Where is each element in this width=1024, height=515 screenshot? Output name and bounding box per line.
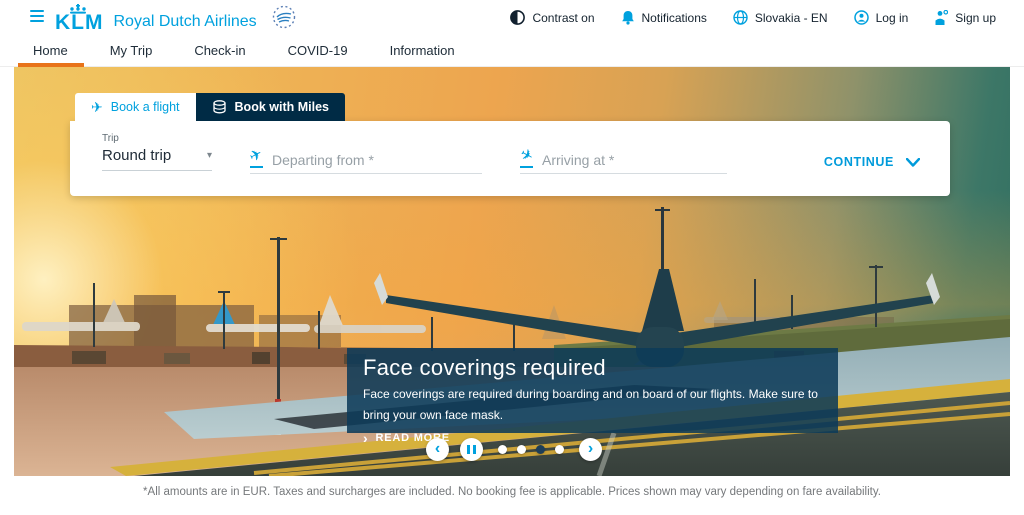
brand-name: Royal Dutch Airlines <box>114 11 257 33</box>
chevron-left-icon: ‹ <box>435 441 440 459</box>
tab-book-a-flight-label: Book a flight <box>111 100 180 114</box>
bell-icon <box>621 10 635 25</box>
carousel-pause-button[interactable] <box>460 438 483 461</box>
hamburger-menu-icon[interactable] <box>30 10 44 22</box>
slide-message-banner: Face coverings required Face coverings a… <box>347 348 838 433</box>
globe-icon <box>733 10 748 25</box>
locale-selector[interactable]: Slovakia - EN <box>733 10 828 25</box>
departure-plane-icon: ✈ <box>250 147 263 168</box>
pause-icon <box>467 445 476 454</box>
main-nav: Home My Trip Check-in COVID-19 Informati… <box>0 35 1024 67</box>
carousel-dot-4[interactable] <box>555 445 564 454</box>
trip-type-select[interactable]: Round trip ▾ <box>102 147 212 171</box>
contrast-toggle[interactable]: Contrast on <box>510 10 594 25</box>
nav-item-home[interactable]: Home <box>33 35 68 66</box>
chevron-right-icon: › <box>363 433 368 443</box>
klm-crown-icon <box>69 4 87 14</box>
nav-item-covid-19[interactable]: COVID-19 <box>288 35 348 66</box>
contrast-icon <box>510 10 525 25</box>
top-header: KLM Royal Dutch Airlines Contrast on Not… <box>0 0 1024 35</box>
add-user-icon <box>934 10 948 26</box>
chevron-down-icon: ▾ <box>207 150 212 161</box>
nav-item-my-trip[interactable]: My Trip <box>110 35 153 66</box>
nav-item-information[interactable]: Information <box>390 35 455 66</box>
login-button[interactable]: Log in <box>854 10 909 25</box>
booking-tabs: ✈ Book a flight Book with Miles <box>75 93 345 121</box>
arrival-plane-icon: ✈ <box>520 147 533 168</box>
tab-book-with-miles-label: Book with Miles <box>235 100 329 114</box>
carousel-controls: ‹ › <box>426 438 602 461</box>
pricing-disclaimer: *All amounts are in EUR. Taxes and surch… <box>0 486 1024 498</box>
airplane-icon: ✈ <box>91 99 103 116</box>
trip-field-label: Trip <box>102 133 212 144</box>
departing-from-input[interactable] <box>272 152 482 168</box>
tab-book-with-miles[interactable]: Book with Miles <box>196 93 345 121</box>
banner-title: Face coverings required <box>363 355 820 381</box>
contrast-label: Contrast on <box>532 11 594 25</box>
booking-form-card: Trip Round trip ▾ ✈ ✈ CONTINUE <box>70 121 950 196</box>
chevron-right-icon: › <box>588 441 593 459</box>
nav-item-check-in[interactable]: Check-in <box>194 35 245 66</box>
notifications-button[interactable]: Notifications <box>621 10 707 25</box>
carousel-prev-button[interactable]: ‹ <box>426 438 449 461</box>
hero-carousel: ✈ Book a flight Book with Miles Trip Rou… <box>14 67 1010 476</box>
carousel-dot-2[interactable] <box>517 445 526 454</box>
user-circle-icon <box>854 10 869 25</box>
continue-button[interactable]: CONTINUE <box>824 155 920 169</box>
brand[interactable]: KLM Royal Dutch Airlines <box>55 4 257 33</box>
tab-book-a-flight[interactable]: ✈ Book a flight <box>75 93 196 121</box>
signup-label: Sign up <box>955 11 996 25</box>
login-label: Log in <box>876 11 909 25</box>
globe-doodle-icon <box>272 5 296 29</box>
banner-body: Face coverings are required during board… <box>363 384 820 426</box>
carousel-next-button[interactable]: › <box>579 438 602 461</box>
trip-type-value: Round trip <box>102 147 171 164</box>
carousel-dots <box>498 445 564 454</box>
notifications-label: Notifications <box>642 11 707 25</box>
carousel-dot-3[interactable] <box>536 445 545 454</box>
klm-logo: KLM <box>55 13 104 33</box>
miles-coins-icon <box>212 100 227 114</box>
signup-button[interactable]: Sign up <box>934 10 996 26</box>
carousel-dot-1[interactable] <box>498 445 507 454</box>
continue-label: CONTINUE <box>824 155 894 169</box>
chevron-down-icon <box>906 158 920 167</box>
locale-label: Slovakia - EN <box>755 11 828 25</box>
arriving-at-input[interactable] <box>542 152 727 168</box>
utility-bar: Contrast on Notifications Slovakia - EN <box>510 0 996 35</box>
